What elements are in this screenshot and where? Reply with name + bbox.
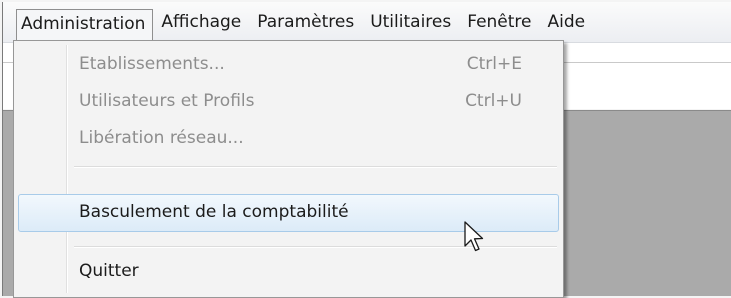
menu-item-label: Utilisateurs et Profils xyxy=(79,91,255,111)
menu-bar: Administration Affichage Paramètres Util… xyxy=(3,2,731,43)
menu-parametres[interactable]: Paramètres xyxy=(249,7,362,37)
menu-item-liberation-reseau[interactable]: Libération réseau... xyxy=(18,121,557,155)
menu-aide[interactable]: Aide xyxy=(540,7,594,37)
arrow-pointer-icon xyxy=(463,221,485,255)
menu-item-quitter[interactable]: Quitter xyxy=(18,254,557,288)
menu-separator xyxy=(74,166,557,168)
menu-administration[interactable]: Administration xyxy=(16,9,154,41)
menu-item-etablissements[interactable]: Etablissements... Ctrl+E xyxy=(18,47,557,81)
menu-item-utilisateurs-profils[interactable]: Utilisateurs et Profils Ctrl+U xyxy=(18,84,557,118)
menu-fenetre[interactable]: Fenêtre xyxy=(459,7,539,37)
menu-item-label: Etablissements... xyxy=(79,54,225,74)
menu-item-label: Basculement de la comptabilité xyxy=(79,202,349,222)
menu-utilitaires[interactable]: Utilitaires xyxy=(362,7,459,37)
menu-affichage[interactable]: Affichage xyxy=(153,7,249,37)
menu-item-label: Libération réseau... xyxy=(79,128,244,148)
administration-dropdown-menu: Etablissements... Ctrl+E Utilisateurs et… xyxy=(13,40,564,298)
menu-item-label: Quitter xyxy=(79,261,139,281)
application-window: Administration Affichage Paramètres Util… xyxy=(0,0,731,298)
menu-item-shortcut: Ctrl+U xyxy=(465,91,522,111)
menu-item-shortcut: Ctrl+E xyxy=(466,54,522,74)
